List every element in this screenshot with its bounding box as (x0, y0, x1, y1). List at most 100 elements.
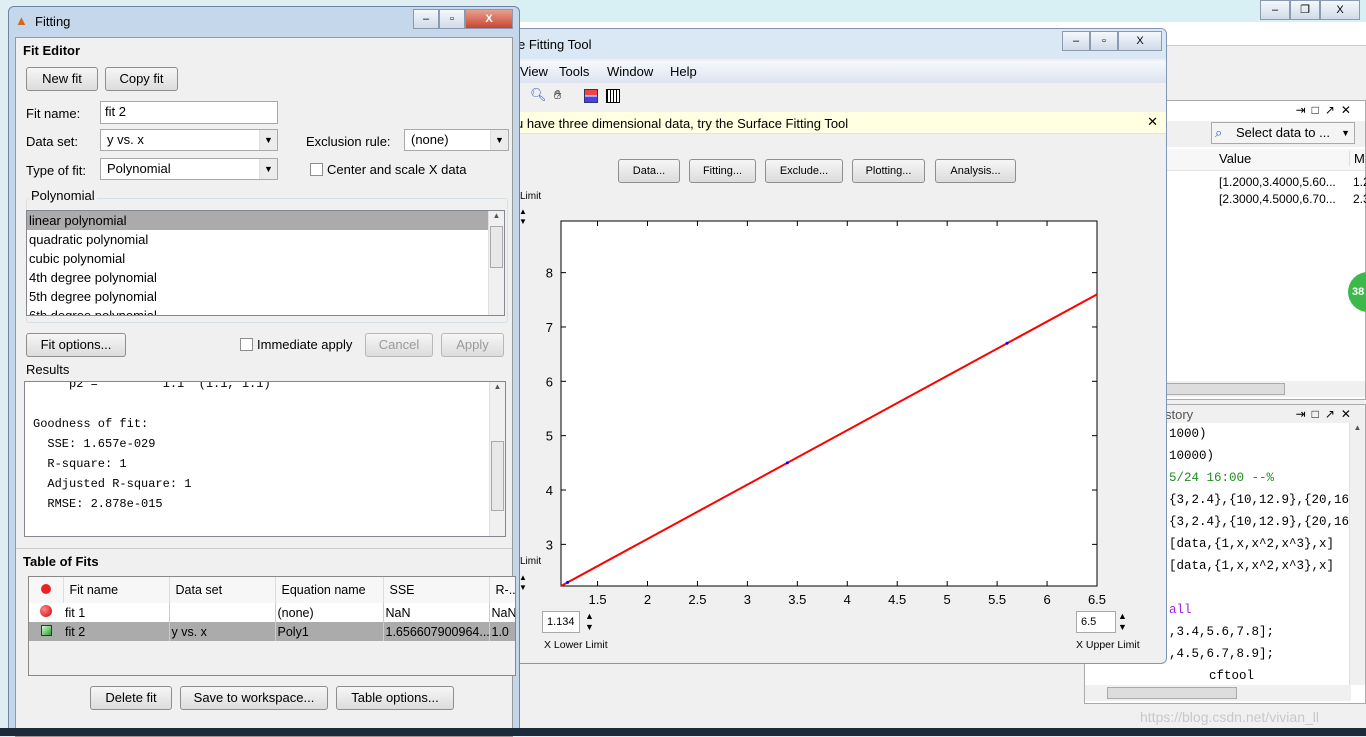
close-icon[interactable]: ✕ (1147, 114, 1158, 130)
status-column-header[interactable] (29, 577, 64, 603)
cancel-button[interactable]: Cancel (365, 333, 433, 357)
table-cell: Poly1 (275, 622, 384, 641)
list-item[interactable]: linear polynomial (27, 211, 489, 230)
history-entry[interactable]: [data,{1,x,x^2,x^3},x] (1169, 533, 1364, 555)
apply-button[interactable]: Apply (441, 333, 504, 357)
y-tick-label: 3 (546, 537, 553, 552)
save-to-workspace-button[interactable]: Save to workspace... (180, 686, 328, 710)
vertical-scrollbar[interactable]: ▲ (1349, 423, 1365, 685)
fit-name-input[interactable]: fit 2 (100, 101, 278, 124)
grid-icon[interactable] (606, 89, 620, 103)
workspace-row-min: 1.2 (1353, 175, 1366, 189)
x-lower-spinner[interactable]: ▲ ▼ (585, 611, 594, 633)
history-entry[interactable]: 1000) (1169, 423, 1364, 445)
polynomial-list[interactable]: linear polynomial quadratic polynomial cub… (26, 210, 505, 316)
x-tick-label: 5 (944, 592, 951, 607)
list-item[interactable]: 6th degree polynomial (27, 306, 489, 315)
fit-options-button[interactable]: Fit options... (26, 333, 126, 357)
data-button[interactable]: Data... (618, 159, 680, 183)
data-set-label: Data set: (26, 134, 79, 149)
table-row[interactable]: fit 2y vs. x Poly1 1.656607900964... 1.0 (29, 622, 515, 641)
exclusion-rule-select[interactable]: (none) ▼ (404, 129, 509, 151)
column-header[interactable]: Data set (169, 577, 276, 603)
fitting-button[interactable]: Fitting... (689, 159, 756, 183)
table-header: Fit nameData setEquation nameSSER-... (29, 577, 515, 603)
minimize-button[interactable]: – (1260, 0, 1290, 20)
table-options-button[interactable]: Table options... (336, 686, 454, 710)
table-row[interactable]: fit 1 (none) NaN NaN (29, 603, 515, 622)
maximize-button[interactable]: ▫ (1090, 31, 1118, 51)
copy-fit-button[interactable]: Copy fit (105, 67, 178, 91)
history-entry[interactable]: ,3.4,5.6,7.8]; (1169, 621, 1364, 643)
history-entry[interactable]: 10000) (1169, 445, 1364, 467)
list-item[interactable]: cubic polynomial (27, 249, 489, 268)
column-header[interactable]: SSE (383, 577, 490, 603)
minimize-button[interactable]: – (413, 9, 439, 29)
exclude-button[interactable]: Exclude... (765, 159, 843, 183)
table-cell: NaN (489, 603, 515, 622)
x-upper-spinner[interactable]: ▲ ▼ (1118, 611, 1127, 633)
workspace-row-min: 2.3 (1353, 192, 1366, 206)
history-entry[interactable]: {3,2.4},{10,12.9},{20,16.3 (1169, 489, 1364, 511)
menu-window[interactable]: Window (607, 64, 653, 79)
close-button[interactable]: X (1320, 0, 1360, 20)
column-header[interactable]: R-... (489, 577, 515, 603)
history-entry[interactable]: 5/24 16:00 --% (1169, 467, 1364, 489)
history-entry[interactable]: all (1169, 599, 1364, 621)
zoom-out-icon[interactable]: 🔍︎ (530, 87, 547, 103)
x-upper-limit-input[interactable]: 6.5 (1076, 611, 1116, 633)
workspace-row[interactable]: [2.3000,4.5000,6.70... (1219, 192, 1336, 206)
list-item[interactable]: 4th degree polynomial (27, 268, 489, 287)
panel-controls[interactable]: ⇥□↗✕ (1296, 407, 1357, 421)
column-header[interactable]: Fit name (63, 577, 170, 603)
history-entry[interactable]: cftool (1169, 665, 1364, 687)
table-cell: 1.0 (489, 622, 515, 641)
toolbar: 🔍︎ ✋︎ (506, 85, 1166, 109)
legend-icon[interactable] (584, 89, 598, 103)
close-button[interactable]: X (465, 9, 513, 29)
x-lower-limit-input[interactable]: 1.134 (542, 611, 580, 633)
watermark: https://blog.csdn.net/vivian_ll (1140, 709, 1319, 725)
y-tick-label: 6 (546, 374, 553, 389)
column-header-min[interactable]: M (1349, 151, 1365, 166)
minimize-button[interactable]: – (1062, 31, 1090, 51)
center-scale-checkbox[interactable]: Center and scale X data (310, 162, 466, 177)
workspace-row[interactable]: [1.2000,3.4000,5.60... (1219, 175, 1336, 189)
horizontal-scrollbar[interactable] (1165, 381, 1365, 397)
list-item[interactable]: quadratic polynomial (27, 230, 489, 249)
vertical-scrollbar[interactable]: ▲ (489, 382, 505, 536)
select-data-dropdown[interactable]: ⌕ Select data to ... ▼ (1211, 122, 1355, 144)
column-header-value[interactable]: Value (1219, 151, 1251, 166)
fit-plot[interactable]: 1.5 2 2.5 3 3.5 4 4.5 5 5.5 6 6.5 3 4 5 6 7 8 (506, 209, 1168, 609)
vertical-scrollbar[interactable]: ▲ (488, 211, 504, 315)
delete-fit-button[interactable]: Delete fit (90, 686, 172, 710)
restore-button[interactable]: ❐ (1290, 0, 1320, 20)
history-entry[interactable]: {3,2.4},{10,12.9},{20,16.3 (1169, 511, 1364, 533)
pan-hand-icon[interactable]: ✋︎ (554, 87, 561, 103)
table-cell: y vs. x (169, 622, 276, 641)
maximize-button[interactable]: ▫ (439, 9, 465, 29)
table-cell: (none) (275, 603, 384, 622)
immediate-apply-checkbox[interactable]: Immediate apply (240, 337, 352, 352)
menu-tools[interactable]: Tools (559, 64, 589, 79)
list-item[interactable]: 5th degree polynomial (27, 287, 489, 306)
history-entry[interactable] (1169, 577, 1364, 599)
plot-area (560, 220, 1098, 587)
data-point (566, 580, 570, 584)
data-set-select[interactable]: y vs. x ▼ (100, 129, 278, 151)
analysis-button[interactable]: Analysis... (935, 159, 1016, 183)
panel-title: story (1165, 407, 1194, 422)
menu-help[interactable]: Help (670, 64, 697, 79)
table-cell (169, 603, 276, 622)
column-header[interactable]: Equation name (275, 577, 384, 603)
menu-view[interactable]: View (520, 64, 548, 79)
history-entry[interactable]: [data,{1,x,x^2,x^3},x] (1169, 555, 1364, 577)
panel-controls[interactable]: ⇥□↗✕ (1296, 103, 1357, 117)
horizontal-scrollbar[interactable] (1085, 685, 1351, 701)
new-fit-button[interactable]: New fit (26, 67, 98, 91)
type-of-fit-select[interactable]: Polynomial ▼ (100, 158, 278, 180)
green-square-icon (40, 624, 52, 636)
history-entry[interactable]: ,4.5,6.7,8.9]; (1169, 643, 1364, 665)
plotting-button[interactable]: Plotting... (852, 159, 925, 183)
close-button[interactable]: X (1118, 31, 1162, 51)
